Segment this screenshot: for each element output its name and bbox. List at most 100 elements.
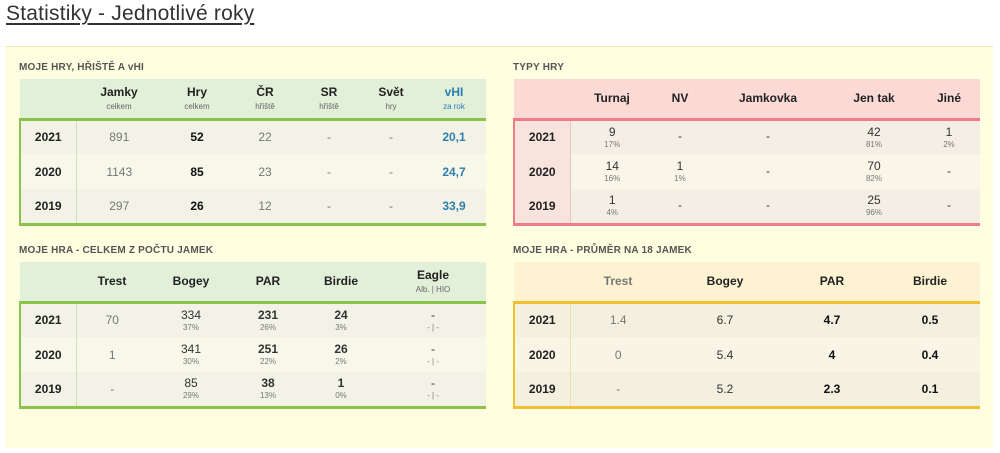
table-typy-hry: Turnaj NV Jamkovka Jen tak Jiné 2021 9 17… bbox=[513, 79, 980, 226]
turnaj-cell: 9 17% bbox=[570, 117, 654, 154]
bogey-cell: 6.7 bbox=[666, 300, 784, 337]
par-cell: 38 13% bbox=[234, 372, 302, 409]
header-corner bbox=[20, 262, 76, 302]
trest-cell: - bbox=[570, 372, 666, 409]
table-row: 2021 891 52 22 - - 20,1 bbox=[19, 117, 486, 154]
jamky-cell: 297 bbox=[76, 189, 162, 226]
jamky-cell: 891 bbox=[76, 117, 162, 154]
table-row: 2020 1 341 30% 251 22% 26 2% -- | - bbox=[19, 337, 486, 372]
header-jamkovka: Jamkovka bbox=[738, 91, 798, 106]
eagle-cell: -- | - bbox=[380, 300, 486, 337]
nv-cell: - bbox=[654, 117, 706, 154]
page-title: Statistiky - Jednotlivé roky bbox=[6, 2, 255, 25]
table-row: 2019 297 26 12 - - 33,9 bbox=[19, 189, 486, 226]
header-jine: Jiné bbox=[936, 91, 961, 106]
table-row: 2020 14 16% 1 1% - 70 82% - bbox=[513, 154, 980, 189]
table-prumer: Trest Bogey PAR Birdie 2021 1.4 6.7 4.7 … bbox=[513, 262, 980, 409]
turnaj-cell: 1 4% bbox=[570, 189, 654, 226]
jamkovka-cell: - bbox=[706, 189, 830, 226]
trest-cell: - bbox=[76, 372, 148, 409]
birdie-cell: 0.4 bbox=[921, 347, 939, 362]
table-row: 2020 1143 85 23 - - 24,7 bbox=[19, 154, 486, 189]
jamkovka-cell: - bbox=[766, 163, 770, 178]
header-corner bbox=[20, 79, 76, 119]
par-cell: 4 bbox=[828, 347, 836, 362]
year-cell: 2019 bbox=[513, 372, 571, 409]
trest-cell: 1 bbox=[108, 347, 116, 362]
header-bogey: Bogey bbox=[706, 274, 744, 289]
trest-cell: 70 bbox=[76, 300, 148, 337]
header-cr: ČR hřiště bbox=[255, 85, 275, 112]
vhi-cell: 24,7 bbox=[442, 164, 466, 179]
eagle-cell: -- | - bbox=[427, 342, 439, 367]
section-title-celkem: MOJE HRA - CELKEM Z POČTU JAMEK bbox=[19, 245, 214, 256]
jen-tak-cell: 25 96% bbox=[830, 189, 918, 226]
table-moje-hry: Jamky celkem Hry celkem ČR hřiště SR hřiště … bbox=[19, 79, 486, 226]
year-cell: 2019 bbox=[19, 372, 77, 409]
sr-cell: - bbox=[298, 189, 360, 226]
birdie-cell: 0.1 bbox=[880, 372, 980, 409]
header-eagle: Eagle Alb. | HIO bbox=[415, 268, 451, 295]
nv-cell: - bbox=[654, 189, 706, 226]
hry-cell: 85 bbox=[190, 164, 204, 179]
birdie-cell: 0.5 bbox=[880, 300, 980, 337]
bogey-cell: 85 29% bbox=[148, 372, 234, 409]
header-svet: Svět hry bbox=[378, 85, 404, 112]
jamkovka-cell: - bbox=[706, 117, 830, 154]
year-cell: 2019 bbox=[513, 189, 571, 226]
jen-tak-cell: 42 81% bbox=[830, 117, 918, 154]
cr-cell: 22 bbox=[232, 117, 298, 154]
table-row: 2021 70 334 37% 231 26% 24 3% -- | - bbox=[19, 300, 486, 337]
sr-cell: - bbox=[298, 117, 360, 154]
header-jamky: Jamky celkem bbox=[100, 85, 138, 112]
year-cell: 2021 bbox=[513, 300, 571, 337]
cr-cell: 12 bbox=[232, 189, 298, 226]
par-cell: 4.7 bbox=[784, 300, 880, 337]
header-birdie: Birdie bbox=[323, 274, 358, 289]
header-vhi: vHI za rok bbox=[443, 85, 465, 112]
header-nv: NV bbox=[671, 91, 689, 106]
nv-cell: 1 1% bbox=[674, 159, 686, 184]
turnaj-cell: 14 16% bbox=[604, 159, 621, 184]
sr-cell: - bbox=[327, 164, 331, 179]
table-row: 2020 0 5.4 4 0.4 bbox=[513, 337, 980, 372]
birdie-cell: 24 3% bbox=[302, 300, 380, 337]
header-corner bbox=[514, 262, 570, 302]
jen-tak-cell: 70 82% bbox=[865, 159, 882, 184]
table-row: 2021 1.4 6.7 4.7 0.5 bbox=[513, 300, 980, 337]
year-cell: 2021 bbox=[19, 117, 77, 154]
vhi-cell: 33,9 bbox=[422, 189, 486, 226]
header-bogey: Bogey bbox=[172, 274, 210, 289]
jine-cell: 1 2% bbox=[918, 117, 980, 154]
par-cell: 231 26% bbox=[234, 300, 302, 337]
year-cell: 2020 bbox=[19, 337, 77, 372]
section-title-typy-hry: TYPY HRY bbox=[513, 62, 565, 73]
year-cell: 2020 bbox=[513, 154, 571, 189]
bogey-cell: 5.4 bbox=[716, 347, 734, 362]
year-cell: 2021 bbox=[513, 117, 571, 154]
svet-cell: - bbox=[360, 117, 422, 154]
vhi-cell: 20,1 bbox=[422, 117, 486, 154]
jine-cell: - bbox=[918, 189, 980, 226]
header-trest: Trest bbox=[97, 274, 127, 289]
table-row: 2019 - 5.2 2.3 0.1 bbox=[513, 372, 980, 409]
svet-cell: - bbox=[360, 189, 422, 226]
table-row: 2021 9 17% - - 42 81% 1 2% bbox=[513, 117, 980, 154]
bogey-cell: 5.2 bbox=[666, 372, 784, 409]
year-cell: 2020 bbox=[513, 337, 571, 372]
year-cell: 2019 bbox=[19, 189, 77, 226]
stats-panel: MOJE HRY, HŘIŠTĚ A vHI Jamky celkem Hry ce… bbox=[5, 46, 993, 448]
bogey-cell: 334 37% bbox=[148, 300, 234, 337]
table-row: 2019 - 85 29% 38 13% 1 0% -- | - bbox=[19, 372, 486, 409]
bogey-cell: 341 30% bbox=[180, 342, 202, 367]
trest-cell: 1.4 bbox=[570, 300, 666, 337]
header-hry: Hry celkem bbox=[184, 85, 210, 112]
header-corner bbox=[514, 79, 570, 119]
hry-cell: 26 bbox=[162, 189, 232, 226]
par-cell: 251 22% bbox=[257, 342, 279, 367]
birdie-cell: 1 0% bbox=[302, 372, 380, 409]
table-row: 2019 1 4% - - 25 96% - bbox=[513, 189, 980, 226]
header-turnaj: Turnaj bbox=[594, 91, 630, 106]
trest-cell: 0 bbox=[614, 347, 622, 362]
hry-cell: 52 bbox=[162, 117, 232, 154]
